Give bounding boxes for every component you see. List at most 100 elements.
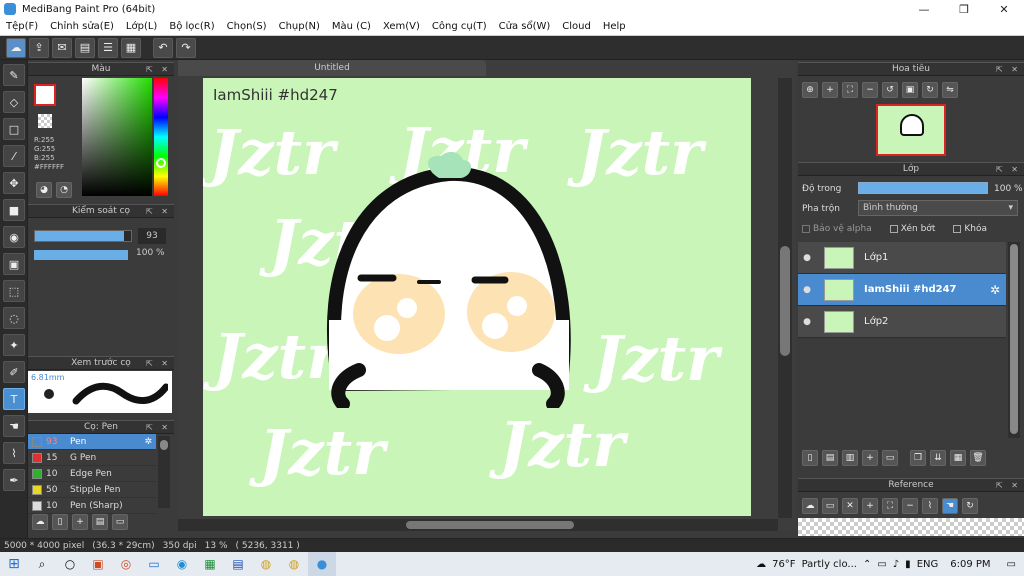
new-brush-icon[interactable]: ▯ <box>52 514 68 530</box>
menu-help[interactable]: Help <box>597 21 632 32</box>
menu-cloud[interactable]: Cloud <box>556 21 597 32</box>
grid-icon[interactable]: ▦ <box>121 37 141 58</box>
canvas-horizontal-scrollbar[interactable] <box>178 519 778 531</box>
tray-chevron-icon[interactable]: ⌃ <box>863 559 871 570</box>
close-button[interactable]: ✕ <box>984 0 1024 18</box>
lock-checkbox[interactable]: Khóa <box>953 224 987 234</box>
layer-settings-gear-icon[interactable]: ✲ <box>990 283 1000 297</box>
menu-select[interactable]: Chọn(S) <box>221 21 273 32</box>
brush-item[interactable]: 10 Edge Pen <box>28 466 156 482</box>
weather-temp[interactable]: 76°F <box>772 559 795 570</box>
reference-hand-icon[interactable]: ☚ <box>942 498 958 514</box>
line-tool-icon[interactable]: ⁄ <box>3 145 25 167</box>
add-brush-icon[interactable]: + <box>72 514 88 530</box>
magic-wand-icon[interactable]: ✦ <box>3 334 25 356</box>
task-view-icon[interactable]: ○ <box>56 552 84 576</box>
edge-icon[interactable]: ◉ <box>168 552 196 576</box>
palette-icon[interactable]: ◕ <box>36 182 52 198</box>
clock[interactable]: 6:09 PM <box>950 559 990 570</box>
transparent-swatch[interactable] <box>38 114 52 128</box>
rotate-left-icon[interactable]: ↺ <box>882 82 898 98</box>
new-8bit-layer-icon[interactable]: ▥ <box>842 450 858 466</box>
chrome-icon[interactable]: ◍ <box>252 552 280 576</box>
search-icon[interactable]: ⌕ <box>28 552 56 576</box>
move-tool-icon[interactable]: ✥ <box>3 172 25 194</box>
new-halftone-layer-icon[interactable]: ▤ <box>822 450 838 466</box>
reference-cloud-icon[interactable]: ☁ <box>802 498 818 514</box>
layer-list-scrollbar[interactable] <box>1008 242 1020 438</box>
actual-size-icon[interactable]: ▣ <box>902 82 918 98</box>
zoom-in-icon[interactable]: + <box>822 82 838 98</box>
gradient-tool-icon[interactable]: ▣ <box>3 253 25 275</box>
fill-rect-tool-icon[interactable]: ■ <box>3 199 25 221</box>
language-indicator[interactable]: ENG <box>917 559 939 570</box>
hand-tool-icon[interactable]: ☚ <box>3 415 25 437</box>
new-layer-icon[interactable]: ▯ <box>802 450 818 466</box>
rectangle-tool-icon[interactable]: □ <box>3 118 25 140</box>
upload-icon[interactable]: ⇪ <box>29 37 49 58</box>
eyedropper-icon[interactable]: ⌇ <box>3 442 25 464</box>
chrome-alt-icon[interactable]: ◍ <box>280 552 308 576</box>
palette-alt-icon[interactable]: ◔ <box>56 182 72 198</box>
select-tool-icon[interactable]: ⬚ <box>3 280 25 302</box>
reference-zoom-in-icon[interactable]: + <box>862 498 878 514</box>
cloud-brush-icon[interactable]: ☁ <box>32 514 48 530</box>
menu-filter[interactable]: Bộ lọc(R) <box>163 21 220 32</box>
brush-list-scrollbar[interactable] <box>158 436 170 508</box>
visibility-eye-icon[interactable]: ● <box>798 253 816 263</box>
drawing-canvas[interactable]: IamShiii #hd247 Jztr Jztr Jztr Jztr Jztr… <box>203 78 751 516</box>
comment-icon[interactable]: ▤ <box>75 37 95 58</box>
layer-folder-icon[interactable]: ▭ <box>882 450 898 466</box>
brush-size-value[interactable]: 93 <box>138 228 166 244</box>
visibility-eye-icon[interactable]: ● <box>798 285 816 295</box>
layer-row[interactable]: ● IamShiii #hd247 ✲ <box>798 274 1006 306</box>
layer-row[interactable]: ● Lớp1 <box>798 242 1006 274</box>
visibility-eye-icon[interactable]: ● <box>798 317 816 327</box>
select-pen-icon[interactable]: ✐ <box>3 361 25 383</box>
brush-tool-icon[interactable]: ✎ <box>3 64 25 86</box>
menu-color[interactable]: Màu (C) <box>326 21 377 32</box>
powerpoint-icon[interactable]: ▣ <box>84 552 112 576</box>
weather-text[interactable]: Partly clo... <box>802 559 857 570</box>
redo-icon[interactable]: ↷ <box>176 37 196 58</box>
word-icon[interactable]: ▤ <box>224 552 252 576</box>
brush-item[interactable]: 93 Pen ✲ <box>28 434 156 450</box>
brush-item[interactable]: 50 Stipple Pen <box>28 482 156 498</box>
reference-open-icon[interactable]: ▭ <box>822 498 838 514</box>
restore-button[interactable]: ❐ <box>944 0 984 18</box>
gear-icon[interactable]: ✲ <box>144 437 152 447</box>
layer-row[interactable]: ● Lớp2 <box>798 306 1006 338</box>
menu-view[interactable]: Xem(V) <box>377 21 426 32</box>
layer-properties-icon[interactable]: ▦ <box>950 450 966 466</box>
menu-edit[interactable]: Chỉnh sửa(E) <box>44 21 120 32</box>
menu-tools[interactable]: Công cụ(T) <box>426 21 493 32</box>
fit-window-icon[interactable]: ⛶ <box>842 82 858 98</box>
brush-settings-icon[interactable]: ▤ <box>92 514 108 530</box>
menu-capture[interactable]: Chụp(N) <box>273 21 326 32</box>
cloud-icon[interactable]: ☁ <box>6 37 26 58</box>
menu-window[interactable]: Cửa sổ(W) <box>493 21 557 32</box>
rotate-right-icon[interactable]: ↻ <box>922 82 938 98</box>
menu-file[interactable]: Tệp(F) <box>0 21 44 32</box>
canvas-vertical-scrollbar[interactable] <box>778 78 792 518</box>
document-tab[interactable]: Untitled <box>178 60 486 76</box>
reference-close-icon[interactable]: ✕ <box>842 498 858 514</box>
layer-opacity-slider[interactable] <box>858 182 988 194</box>
volume-icon[interactable]: ♪ <box>893 559 899 570</box>
network-icon[interactable]: ▭ <box>877 559 886 570</box>
minimize-button[interactable]: — <box>904 0 944 18</box>
app-red-icon[interactable]: ◎ <box>112 552 140 576</box>
list-icon[interactable]: ☰ <box>98 37 118 58</box>
delete-layer-icon[interactable]: 🗑 <box>970 450 986 466</box>
zoom-out-icon[interactable]: − <box>862 82 878 98</box>
bucket-tool-icon[interactable]: ◉ <box>3 226 25 248</box>
battery-icon[interactable]: ▮ <box>905 559 911 570</box>
navigator-thumbnail[interactable] <box>876 104 946 156</box>
hue-handle[interactable] <box>156 158 166 168</box>
pen-tool-icon[interactable]: ✒ <box>3 469 25 491</box>
text-tool-icon[interactable]: T <box>3 388 25 410</box>
reference-rotate-icon[interactable]: ↻ <box>962 498 978 514</box>
duplicate-layer-icon[interactable]: ❐ <box>910 450 926 466</box>
reference-fit-icon[interactable]: ⛶ <box>882 498 898 514</box>
reference-eyedropper-icon[interactable]: ⌇ <box>922 498 938 514</box>
